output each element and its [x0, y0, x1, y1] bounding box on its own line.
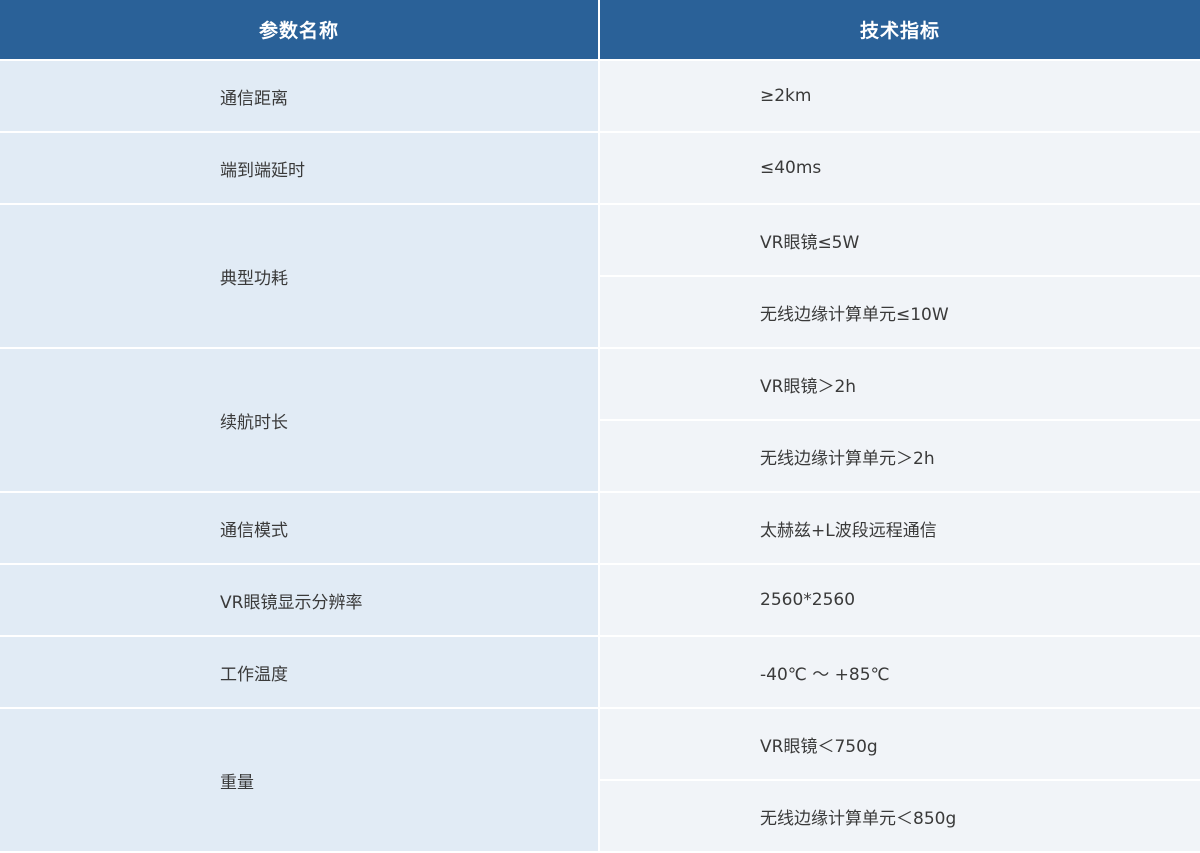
spec-value-cell: 无线边缘计算单元≤10W: [600, 277, 1200, 347]
spec-value-cell: 太赫兹+L波段远程通信: [600, 493, 1200, 563]
spec-value-cell: ≥2km: [600, 61, 1200, 131]
spec-value-cell: VR眼镜≤5W: [600, 205, 1200, 275]
header-spec: 技术指标: [600, 0, 1200, 59]
param-name-cell: 通信距离: [0, 61, 598, 131]
spec-value-cell: 2560*2560: [600, 565, 1200, 635]
spec-value-cell: ≤40ms: [600, 133, 1200, 203]
spec-value-cell: 无线边缘计算单元＜850g: [600, 781, 1200, 851]
spec-value-cell: -40℃ ～ +85℃: [600, 637, 1200, 707]
param-name-cell: 重量: [0, 709, 598, 851]
header-param-name: 参数名称: [0, 0, 598, 59]
param-name-cell: 工作温度: [0, 637, 598, 707]
spec-value-cell: VR眼镜＜750g: [600, 709, 1200, 779]
param-name-cell: VR眼镜显示分辨率: [0, 565, 598, 635]
param-name-cell: 端到端延时: [0, 133, 598, 203]
spec-value-cell: VR眼镜＞2h: [600, 349, 1200, 419]
param-name-cell: 续航时长: [0, 349, 598, 491]
param-name-cell: 典型功耗: [0, 205, 598, 347]
param-name-cell: 通信模式: [0, 493, 598, 563]
spec-table: 参数名称 技术指标 通信距离 ≥2km 端到端延时 ≤40ms 典型功耗 VR眼…: [0, 0, 1200, 853]
spec-value-cell: 无线边缘计算单元＞2h: [600, 421, 1200, 491]
